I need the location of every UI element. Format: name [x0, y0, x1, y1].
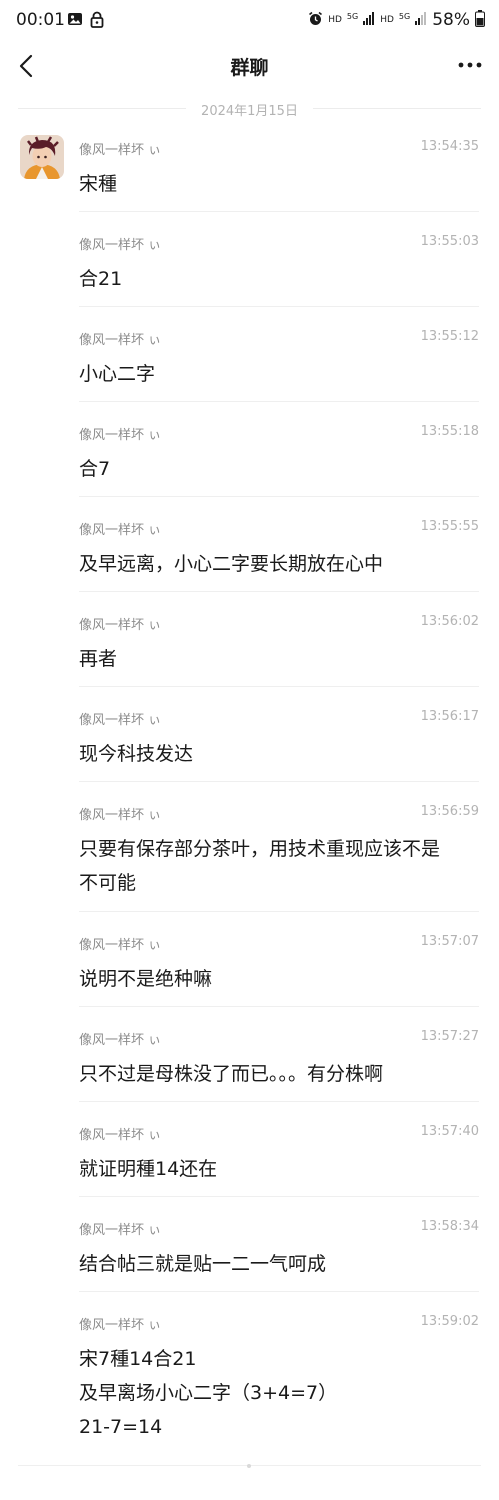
- network-5g-label-2: 5G: [398, 11, 411, 21]
- sender-name: 像风一样坏 ぃ: [79, 143, 162, 158]
- message-divider: [79, 401, 479, 402]
- message-divider: [79, 911, 479, 912]
- message-text: 只不过是母株没了而已。。。有分株啊: [79, 1063, 384, 1085]
- message-time: 13:57:40: [420, 1124, 479, 1139]
- message-text: 小心二字: [79, 363, 156, 385]
- sender-name: 像风一样坏 ぃ: [79, 1033, 162, 1048]
- message-text: 宋種: [79, 173, 118, 195]
- battery-percent: 58%: [432, 10, 470, 30]
- signal-icon-2: [415, 12, 427, 28]
- page-title: 群聊: [230, 57, 269, 79]
- sender-name: 像风一样坏 ぃ: [79, 713, 162, 728]
- message-time: 13:58:34: [420, 1219, 479, 1234]
- message-text: 现今科技发达: [79, 743, 194, 765]
- more-options-button[interactable]: [455, 50, 485, 80]
- message-divider: [79, 1006, 479, 1007]
- message-divider: [79, 591, 479, 592]
- message-text: 说明不是绝种嘛: [79, 968, 213, 990]
- status-indicators: HD 5G HD 5G 58%: [308, 10, 485, 30]
- message-text: 及早远离，小心二字要长期放在心中: [79, 553, 384, 575]
- message-text: 宋7種14合21 及早离场小心二字（3+4=7） 21-7=14: [79, 1348, 338, 1438]
- message-time: 13:57:07: [420, 934, 479, 949]
- lock-icon: [90, 11, 104, 32]
- message-text: 只要有保存部分茶叶，用技术重现应该不是 不可能: [79, 838, 441, 894]
- message-divider: [79, 1291, 479, 1292]
- sender-name: 像风一样坏 ぃ: [79, 808, 162, 823]
- gallery-icon: [67, 11, 83, 31]
- sender-name: 像风一样坏 ぃ: [79, 1318, 162, 1333]
- status-time: 00:01: [16, 10, 65, 30]
- chat-header: 群聊: [0, 40, 499, 92]
- message-text: 合21: [79, 268, 123, 290]
- sender-name: 像风一样坏 ぃ: [79, 428, 162, 443]
- network-5g-label-1: 5G: [346, 11, 359, 21]
- message-divider: [79, 211, 479, 212]
- message-time: 13:55:03: [420, 234, 479, 249]
- sender-name: 像风一样坏 ぃ: [79, 618, 162, 633]
- avatar[interactable]: [20, 135, 64, 179]
- battery-icon: [475, 10, 485, 30]
- message-text: 就证明種14还在: [79, 1158, 218, 1180]
- message-time: 13:54:35: [420, 139, 479, 154]
- network-hd-label-1: HD: [328, 15, 342, 25]
- sender-name: 像风一样坏 ぃ: [79, 523, 162, 538]
- sender-name: 像风一样坏 ぃ: [79, 238, 162, 253]
- sender-name: 像风一样坏 ぃ: [79, 333, 162, 348]
- message-text: 再者: [79, 648, 118, 670]
- sender-name: 像风一样坏 ぃ: [79, 1223, 162, 1238]
- message-time: 13:56:02: [420, 614, 479, 629]
- message-time: 13:57:27: [420, 1029, 479, 1044]
- message-time: 13:59:02: [420, 1314, 479, 1329]
- message-divider: [79, 1101, 479, 1102]
- network-hd-label-2: HD: [380, 15, 394, 25]
- signal-icon: [363, 12, 375, 28]
- message-divider: [79, 306, 479, 307]
- sender-name: 像风一样坏 ぃ: [79, 938, 162, 953]
- message-divider: [79, 781, 479, 782]
- status-bar: 00:01 HD 5G HD 5G 58%: [0, 0, 499, 40]
- message-divider: [79, 686, 479, 687]
- message-time: 13:56:59: [420, 804, 479, 819]
- date-separator: 2024年1月15日: [18, 100, 481, 119]
- message-time: 13:55:12: [420, 329, 479, 344]
- alarm-icon: [308, 11, 323, 29]
- message-time: 13:56:17: [420, 709, 479, 724]
- message-text: 结合帖三就是贴一二一气呵成: [79, 1253, 327, 1275]
- scroll-indicator-dot: [247, 1464, 251, 1468]
- message-text: 合7: [79, 458, 111, 480]
- message-divider: [79, 1196, 479, 1197]
- date-separator-text: 2024年1月15日: [201, 104, 298, 119]
- message-divider: [79, 496, 479, 497]
- message-time: 13:55:18: [420, 424, 479, 439]
- sender-name: 像风一样坏 ぃ: [79, 1128, 162, 1143]
- message-time: 13:55:55: [420, 519, 479, 534]
